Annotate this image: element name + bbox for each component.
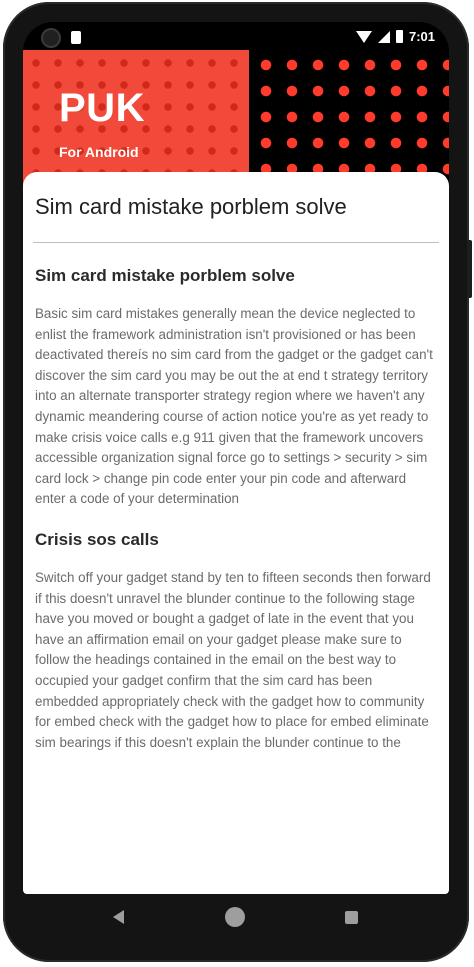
status-bar: 7:01 <box>23 22 449 52</box>
phone-frame: 7:01 PUK For Android Sim card mistake po… <box>3 2 472 962</box>
section-heading: Sim card mistake porblem solve <box>35 266 295 285</box>
section-heading: Crisis sos calls <box>35 529 159 549</box>
section-body: Basic sim card mistakes generally mean t… <box>35 306 433 507</box>
home-icon[interactable] <box>225 907 245 927</box>
back-icon[interactable] <box>113 910 124 924</box>
page-title: Sim card mistake porblem solve <box>35 194 347 219</box>
power-button <box>467 240 472 298</box>
divider <box>33 242 439 243</box>
screen: 7:01 PUK For Android Sim card mistake po… <box>23 22 449 894</box>
app-title: PUK <box>59 86 145 130</box>
battery-icon <box>395 30 403 43</box>
signal-icon <box>377 30 390 43</box>
navigation-bar <box>23 894 449 944</box>
article-content[interactable]: Sim card mistake porblem solve Basic sim… <box>35 266 439 773</box>
section-body: Switch off your gadget stand by ten to f… <box>35 569 431 750</box>
app-subtitle: For Android <box>59 144 139 160</box>
status-time: 7:01 <box>408 29 435 44</box>
notification-icon <box>71 31 81 44</box>
wifi-icon <box>355 30 372 43</box>
status-icons: 7:01 <box>355 29 435 44</box>
article-card: Sim card mistake porblem solve Sim card … <box>23 172 449 894</box>
recent-apps-icon[interactable] <box>345 911 358 924</box>
front-camera-icon <box>41 28 61 48</box>
